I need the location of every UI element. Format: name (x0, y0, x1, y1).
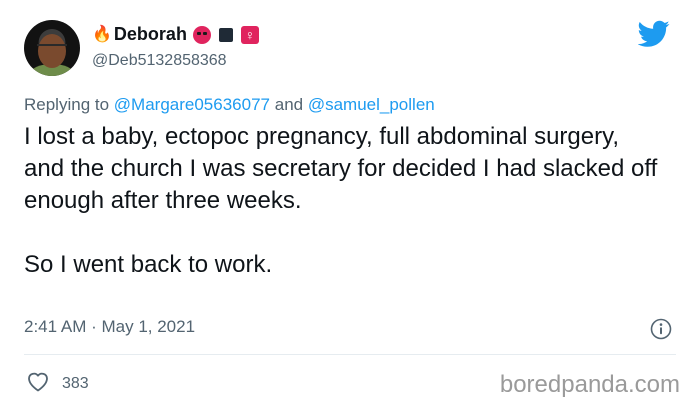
user-handle[interactable]: @Deb5132858368 (92, 52, 227, 70)
twitter-bird-icon[interactable] (637, 20, 670, 53)
avatar[interactable] (24, 20, 80, 76)
female-sign-emoji-icon: ♀ (240, 25, 259, 44)
mention-link[interactable]: @samuel_pollen (308, 95, 435, 114)
fire-emoji-icon: 🔥 (92, 25, 112, 43)
heart-icon[interactable] (26, 370, 50, 397)
display-name-row[interactable]: 🔥 Deborah ♀ (92, 24, 259, 45)
black-square-emoji-icon (218, 27, 233, 42)
tweet-timestamp[interactable]: 2:41 AM · May 1, 2021 (24, 317, 195, 337)
replying-joiner: and (274, 95, 304, 114)
watermark: boredpanda.com (499, 371, 680, 398)
avatar-glasses (37, 44, 67, 54)
tweet-body: I lost a baby, ectopoc pregnancy, full a… (24, 123, 658, 278)
display-name[interactable]: Deborah (114, 24, 187, 45)
angry-face-emoji-icon (192, 25, 211, 44)
info-icon[interactable] (650, 318, 672, 345)
replying-to: Replying to @Margare05636077 and @samuel… (24, 95, 435, 115)
like-action[interactable]: 383 (26, 370, 89, 397)
like-count: 383 (62, 374, 89, 392)
divider (24, 354, 676, 355)
mention-link[interactable]: @Margare05636077 (114, 95, 270, 114)
replying-prefix: Replying to (24, 95, 110, 114)
